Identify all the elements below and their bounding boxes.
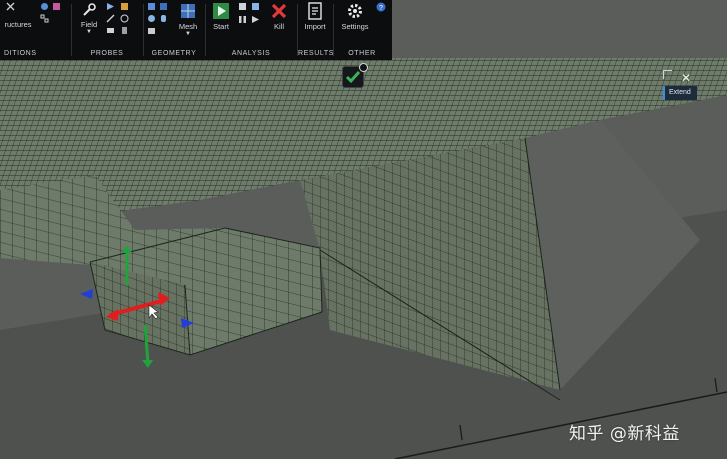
handle-dot[interactable]: [359, 63, 368, 72]
geometry-sphere-icon[interactable]: [147, 14, 156, 23]
link-icon[interactable]: [40, 14, 49, 23]
import-icon: [308, 2, 322, 20]
structure-sub-icon[interactable]: [6, 2, 15, 11]
extend-label: Extend: [669, 89, 691, 96]
mesh-icon: [181, 4, 195, 18]
structures-label: ructures: [4, 20, 32, 29]
group-label-geometry: GEOMETRY: [151, 50, 197, 57]
sphere-icon[interactable]: [40, 2, 49, 11]
probe-sensor-icon[interactable]: [120, 26, 129, 35]
ribbon-toolbar: ructures DITIONS Field ▼ PROBES Mesh ▼ G…: [0, 0, 392, 60]
group-analysis: Start Kill ANALYSIS: [206, 0, 296, 60]
extend-button[interactable]: Extend: [663, 86, 697, 100]
group-label-conditions: DITIONS: [4, 50, 37, 57]
extend-panel: ✕ Extend: [663, 70, 703, 106]
start-icon: [213, 3, 229, 19]
import-button[interactable]: Import: [300, 2, 330, 31]
kill-icon: [271, 3, 287, 19]
chevron-down-icon: ▼: [86, 29, 92, 35]
probe-point-icon[interactable]: [106, 2, 115, 11]
field-label: Field: [80, 20, 98, 29]
corner-bracket: [663, 70, 672, 79]
run-options-icon[interactable]: [238, 2, 247, 11]
mesh-button[interactable]: Mesh ▼: [174, 2, 202, 37]
probe-volume-icon[interactable]: [120, 2, 129, 11]
group-geometry: Mesh ▼ GEOMETRY: [144, 0, 204, 60]
group-conditions: ructures DITIONS: [0, 0, 70, 60]
kill-label: Kill: [273, 22, 284, 31]
probe-far-field-icon[interactable]: [120, 14, 129, 23]
watermark-text: 知乎 @新科益: [569, 424, 680, 444]
done-button[interactable]: [342, 63, 368, 88]
group-probes: Field ▼ PROBES: [72, 0, 142, 60]
group-label-results: RESULTS: [298, 50, 334, 57]
mesh-label: Mesh: [178, 22, 198, 31]
geometry-cube-icon[interactable]: [147, 2, 156, 11]
group-label-other: OTHER: [348, 50, 376, 57]
structures-button[interactable]: ructures: [0, 20, 36, 29]
geometry-box-icon[interactable]: [159, 2, 168, 11]
settings-icon: [348, 4, 362, 18]
field-probe-icon: [83, 3, 96, 16]
resume-icon[interactable]: [251, 15, 260, 24]
geometry-import-icon[interactable]: [147, 26, 156, 35]
close-icon[interactable]: ✕: [681, 72, 691, 84]
probe-plane-icon[interactable]: [106, 26, 115, 35]
probe-line-icon[interactable]: [106, 14, 115, 23]
settings-label: Settings: [341, 22, 369, 31]
chevron-down-icon: ▼: [185, 31, 191, 37]
kill-button[interactable]: Kill: [266, 2, 292, 31]
group-other: Settings ? OTHER: [334, 0, 390, 60]
start-button[interactable]: Start: [208, 2, 234, 31]
group-label-probes: PROBES: [90, 50, 124, 57]
field-button[interactable]: Field ▼: [76, 2, 102, 35]
cube-icon[interactable]: [52, 2, 61, 11]
start-label: Start: [213, 22, 229, 31]
queue-icon[interactable]: [251, 2, 260, 11]
import-label: Import: [304, 22, 326, 31]
geometry-cylinder-icon[interactable]: [159, 14, 168, 23]
pause-icon[interactable]: [238, 15, 247, 24]
help-icon[interactable]: ?: [376, 2, 386, 12]
group-results: Import RESULTS: [298, 0, 334, 60]
settings-button[interactable]: Settings: [336, 2, 374, 31]
svg-text:?: ?: [379, 5, 383, 12]
group-label-analysis: ANALYSIS: [231, 50, 271, 57]
